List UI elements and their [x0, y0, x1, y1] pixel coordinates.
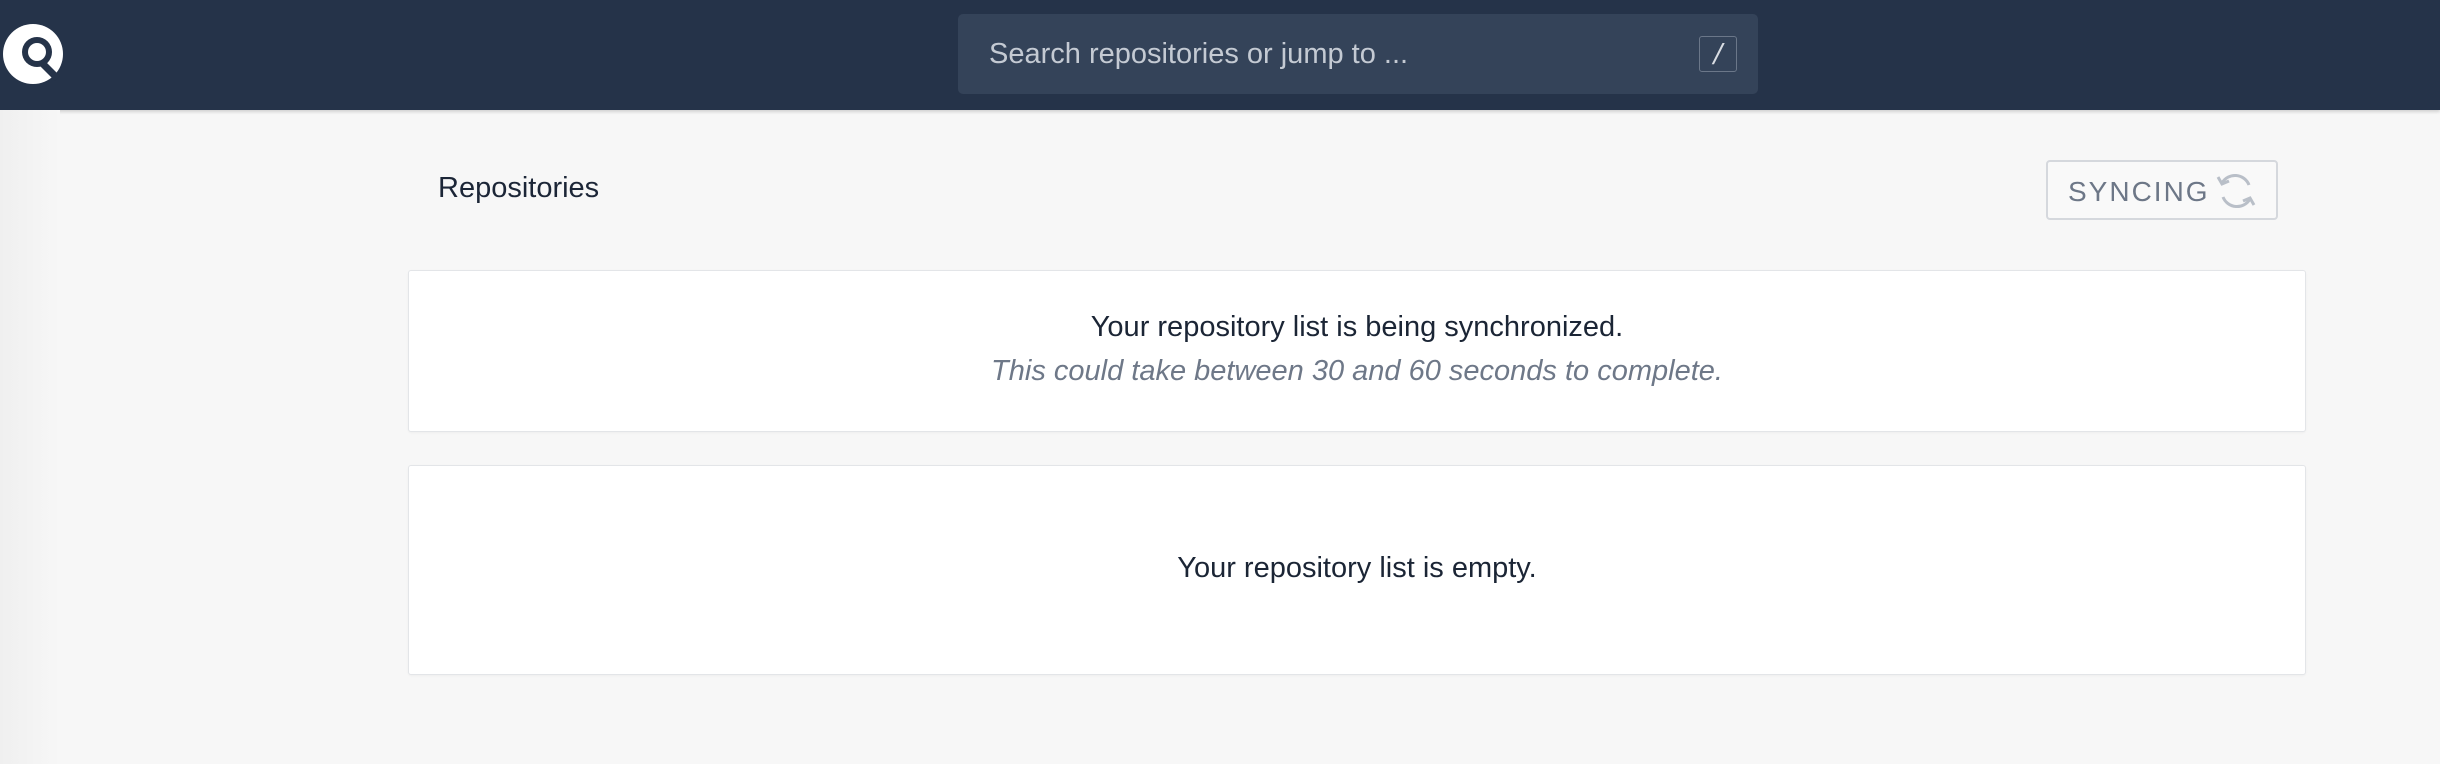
syncing-button-label: SYNCING: [2068, 176, 2210, 207]
left-gutter: [0, 110, 60, 764]
syncing-button[interactable]: SYNCING: [2046, 160, 2278, 220]
page-title: Repositories: [438, 172, 600, 204]
sync-notice-card: Your repository list is being synchroniz…: [408, 270, 2306, 432]
sync-notice-message: Your repository list is being synchroniz…: [1090, 311, 1624, 343]
sync-notice-detail: This could take between 30 and 60 second…: [991, 355, 1723, 387]
sync-icon: [2216, 173, 2256, 209]
keyboard-shortcut-hint: /: [1699, 36, 1737, 72]
empty-state-message: Your repository list is empty.: [1177, 552, 1537, 584]
top-navigation-bar: /: [0, 0, 2440, 110]
empty-state-card: Your repository list is empty.: [408, 465, 2306, 675]
search-logo-icon[interactable]: [0, 21, 66, 87]
search-box[interactable]: /: [958, 14, 1758, 94]
search-input[interactable]: [958, 14, 1658, 94]
